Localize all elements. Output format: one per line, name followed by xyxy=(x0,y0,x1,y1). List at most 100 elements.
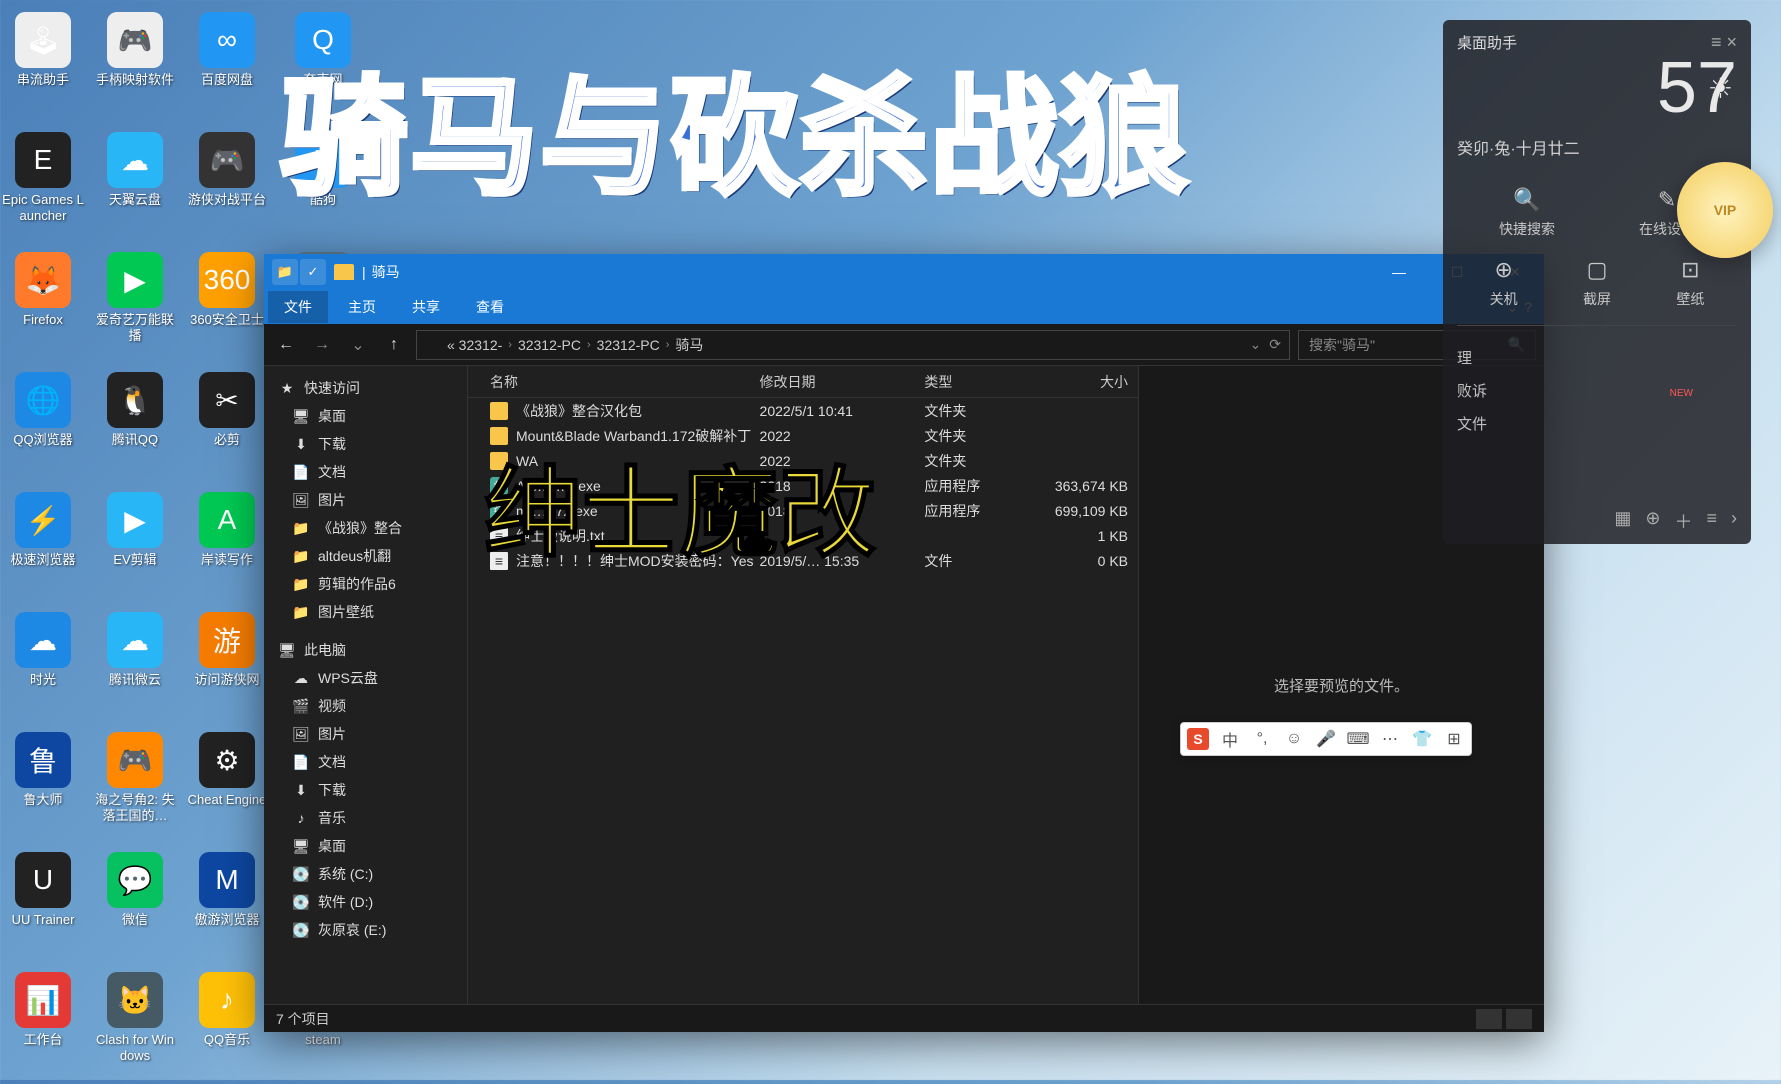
desktop-icon[interactable]: ♪QQ音乐 xyxy=(184,968,270,1084)
history-button[interactable]: ⌄ xyxy=(344,331,372,359)
desktop-icon[interactable]: ✂必剪 xyxy=(184,368,270,484)
sidebar-item[interactable]: 💽软件 (D:) xyxy=(264,888,467,916)
desktop-icon[interactable]: 🐱Clash for Windows xyxy=(92,968,178,1084)
up-button[interactable]: ↑ xyxy=(380,331,408,359)
sidebar-item[interactable]: 🖼图片 xyxy=(264,486,467,514)
add-icon[interactable]: ⊕ xyxy=(1645,508,1660,534)
forward-button[interactable]: → xyxy=(308,331,336,359)
ime-button[interactable]: 中 xyxy=(1219,728,1241,750)
file-row[interactable]: ≡绅士版说明.txt1 KB xyxy=(468,523,1138,548)
sidebar-item[interactable]: ☁WPS云盘 xyxy=(264,664,467,692)
desktop-icon[interactable]: 🌐QQ浏览器 xyxy=(0,368,86,484)
sidebar-item[interactable]: ⬇下载 xyxy=(264,430,467,458)
list-icon[interactable]: ≡ xyxy=(1706,508,1717,534)
desktop-icon[interactable]: K酷狗 xyxy=(280,128,366,244)
sidebar-item[interactable]: 🖥桌面 xyxy=(264,402,467,430)
qat-button[interactable]: ✓ xyxy=(300,259,326,285)
desktop-icon[interactable]: ☁腾讯微云 xyxy=(92,608,178,724)
sidebar-item[interactable]: 📁《战狼》整合 xyxy=(264,514,467,542)
desktop-icon[interactable]: ☁天翼云盘 xyxy=(92,128,178,244)
chevron-icon[interactable]: › xyxy=(1731,508,1737,534)
sidebar-item[interactable]: 🖼图片 xyxy=(264,720,467,748)
col-size[interactable]: 大小 xyxy=(1041,372,1138,392)
sidebar-item[interactable]: 💽系统 (C:) xyxy=(264,860,467,888)
assistant-list-item[interactable]: 文件 xyxy=(1457,408,1737,441)
sidebar-item[interactable]: ⬇下载 xyxy=(264,776,467,804)
desktop-icon[interactable]: 🕹串流助手 xyxy=(0,8,86,124)
file-row[interactable]: 《战狼》整合汉化包2022/5/1 10:41文件夹 xyxy=(468,398,1138,423)
desktop-icon[interactable]: ∞百度网盘 xyxy=(184,8,270,124)
desktop-icon[interactable]: 360360安全卫士 xyxy=(184,248,270,364)
desktop-icon[interactable]: 鲁鲁大师 xyxy=(0,728,86,844)
column-headers[interactable]: 名称 修改日期 类型 大小 xyxy=(468,366,1138,398)
refresh-icon[interactable]: ⟳ xyxy=(1269,336,1281,353)
plus-icon[interactable]: ＋ xyxy=(1674,508,1692,534)
vip-badge[interactable]: VIP xyxy=(1677,162,1773,258)
desktop-icon[interactable]: ⚡极速浏览器 xyxy=(0,488,86,604)
assistant-tool[interactable]: 🔍快捷搜索 xyxy=(1457,187,1597,239)
col-type[interactable]: 类型 xyxy=(924,372,1040,392)
assistant-list-item[interactable]: 理 xyxy=(1457,342,1737,375)
ime-button[interactable]: ☺ xyxy=(1283,728,1305,750)
ribbon-tab-share[interactable]: 共享 xyxy=(396,291,456,323)
ime-button[interactable]: ⋯ xyxy=(1379,728,1401,750)
desktop-icon[interactable]: 🎮手柄映射软件 xyxy=(92,8,178,124)
desktop-icon[interactable]: M傲游浏览器 xyxy=(184,848,270,964)
layout-icon[interactable]: ▦ xyxy=(1614,508,1631,534)
breadcrumb[interactable]: « 32312- xyxy=(447,337,502,353)
desktop-icon[interactable]: ⚙Cheat Engine xyxy=(184,728,270,844)
desktop-icon[interactable]: ☁时光 xyxy=(0,608,86,724)
desktop-icon[interactable]: A岸读写作 xyxy=(184,488,270,604)
desktop-icon[interactable]: ▶爱奇艺万能联播 xyxy=(92,248,178,364)
desktop-icon[interactable]: 💬微信 xyxy=(92,848,178,964)
ime-button[interactable]: °, xyxy=(1251,728,1273,750)
desktop-icon[interactable]: 🐧腾讯QQ xyxy=(92,368,178,484)
view-icons-button[interactable] xyxy=(1506,1009,1532,1029)
desktop-icon[interactable]: ▶EV剪辑 xyxy=(92,488,178,604)
sidebar-item[interactable]: 📁剪辑的作品6 xyxy=(264,570,467,598)
file-row[interactable]: ⚙m……72.exe2018应用程序699,109 KB xyxy=(468,498,1138,523)
sidebar-quick-access[interactable]: ★快速访问 xyxy=(264,374,467,402)
ime-button[interactable]: ⊞ xyxy=(1443,728,1465,750)
back-button[interactable]: ← xyxy=(272,331,300,359)
address-bar[interactable]: « 32312-› 32312-PC› 32312-PC› 骑马 ⌄⟳ xyxy=(416,330,1290,360)
desktop-icon[interactable]: 🎮游侠对战平台 xyxy=(184,128,270,244)
sidebar-item[interactable]: 📁altdeus机翻 xyxy=(264,542,467,570)
ime-toolbar[interactable]: S 中°,☺🎤⌨⋯👕⊞ xyxy=(1180,722,1472,756)
ribbon-tab-home[interactable]: 主页 xyxy=(332,291,392,323)
file-row[interactable]: ≡注意！！！！绅士MOD安装密码：Yes2019/5/… 15:35文件0 KB xyxy=(468,548,1138,573)
view-details-button[interactable] xyxy=(1476,1009,1502,1029)
assistant-tool[interactable]: ▢截屏 xyxy=(1550,257,1643,309)
col-name[interactable]: 名称 xyxy=(468,372,760,392)
ribbon-tab-view[interactable]: 查看 xyxy=(460,291,520,323)
desktop-icon[interactable]: 🦊Firefox xyxy=(0,248,86,364)
file-row[interactable]: WA2022文件夹 xyxy=(468,448,1138,473)
ime-button[interactable]: 🎤 xyxy=(1315,728,1337,750)
desktop-icon[interactable]: EEpic Games Launcher xyxy=(0,128,86,244)
desktop-icon[interactable]: UUU Trainer xyxy=(0,848,86,964)
dropdown-icon[interactable]: ⌄ xyxy=(1250,336,1262,353)
sidebar-item[interactable]: 🎬视频 xyxy=(264,692,467,720)
desktop-assistant-widget[interactable]: 桌面助手 ≡ × ☀ 57 癸卯·兔·十月廿二 🔍快捷搜索✎在线设计⊕关机▢截屏… xyxy=(1443,20,1751,544)
sidebar-item[interactable]: 🖥桌面 xyxy=(264,832,467,860)
assistant-tool[interactable]: ⊕关机 xyxy=(1457,257,1550,309)
breadcrumb[interactable]: 32312-PC xyxy=(597,337,660,353)
ime-button[interactable]: 👕 xyxy=(1411,728,1433,750)
desktop-icon[interactable]: 游访问游侠网 xyxy=(184,608,270,724)
sidebar-item[interactable]: 📄文档 xyxy=(264,748,467,776)
ribbon-file-tab[interactable]: 文件 xyxy=(268,291,328,323)
col-date[interactable]: 修改日期 xyxy=(760,372,925,392)
sidebar-item[interactable]: 💽灰原哀 (E:) xyxy=(264,916,467,944)
assistant-list-item[interactable]: 败诉 xyxy=(1457,375,1737,408)
desktop-icon[interactable]: 📊工作台 xyxy=(0,968,86,1084)
file-row[interactable]: ⚙Arc…(…).exe2018应用程序363,674 KB xyxy=(468,473,1138,498)
file-row[interactable]: Mount&Blade Warband1.172破解补丁2022文件夹 xyxy=(468,423,1138,448)
sidebar-item[interactable]: 📄文档 xyxy=(264,458,467,486)
ime-brand-icon[interactable]: S xyxy=(1187,728,1209,750)
minimize-button[interactable]: — xyxy=(1370,254,1428,290)
titlebar[interactable]: 📁 ✓ | 骑马 — ☐ ✕ xyxy=(264,254,1544,290)
sidebar-item[interactable]: ♪音乐 xyxy=(264,804,467,832)
sidebar-this-pc[interactable]: 🖥此电脑 xyxy=(264,636,467,664)
breadcrumb[interactable]: 骑马 xyxy=(675,335,703,355)
desktop-icon[interactable]: Q夸克网 xyxy=(280,8,366,124)
